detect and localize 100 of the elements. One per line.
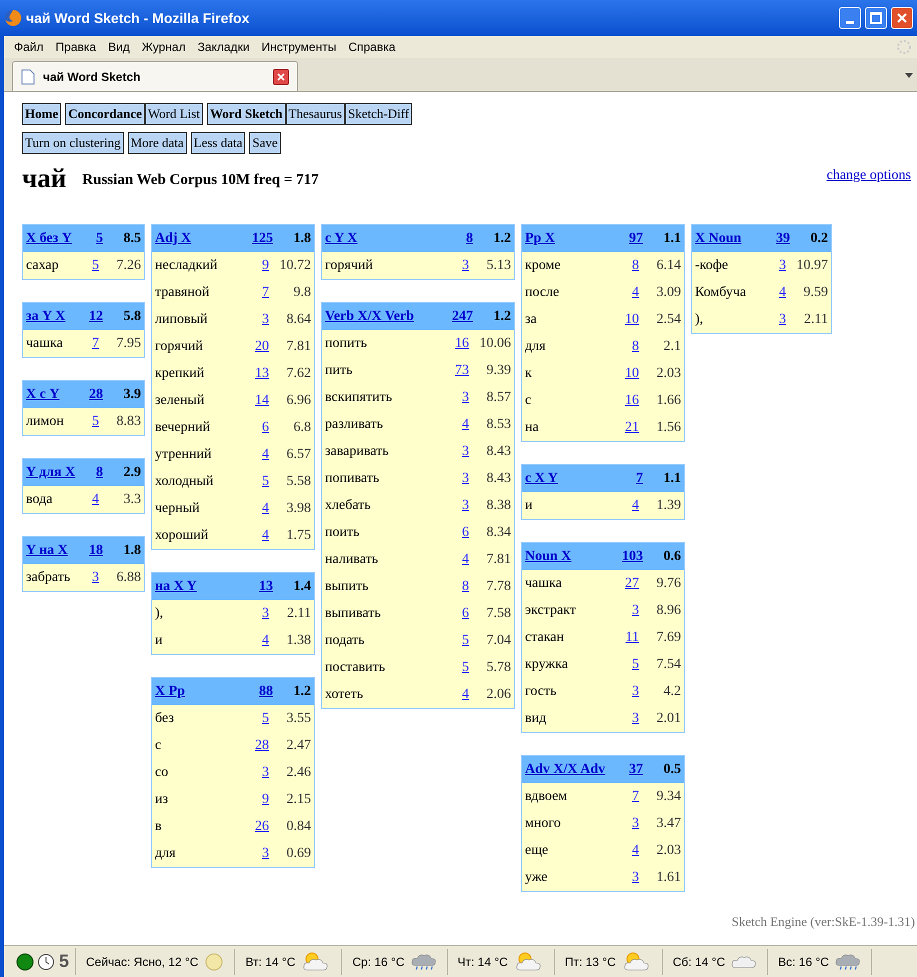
action-button[interactable]: More data [128, 132, 187, 154]
menu-item[interactable]: Закладки [192, 38, 256, 56]
count-link[interactable]: 4 [632, 495, 639, 516]
count-link[interactable]: 4 [462, 684, 469, 705]
count-link[interactable]: 4 [262, 525, 269, 546]
nav-button[interactable]: Concordance [65, 103, 145, 125]
count-link[interactable]: 8 [462, 576, 469, 597]
count-link[interactable]: 5 [92, 255, 99, 276]
count-link[interactable]: 37 [629, 759, 643, 780]
menu-item[interactable]: Журнал [136, 38, 192, 56]
count-link[interactable]: 4 [632, 840, 639, 861]
count-link[interactable]: 7 [632, 786, 639, 807]
relation-link[interactable]: X Noun [695, 228, 768, 249]
minimize-button[interactable] [839, 7, 861, 29]
count-link[interactable]: 5 [92, 411, 99, 432]
count-link[interactable]: 6 [262, 417, 269, 438]
count-link[interactable]: 13 [255, 363, 269, 384]
count-link[interactable]: 28 [89, 384, 103, 405]
count-link[interactable]: 3 [92, 567, 99, 588]
count-link[interactable]: 3 [262, 762, 269, 783]
count-link[interactable]: 4 [262, 630, 269, 651]
count-link[interactable]: 3 [262, 603, 269, 624]
count-link[interactable]: 3 [632, 813, 639, 834]
weather-item[interactable]: Вс: 16 °C [768, 948, 872, 974]
count-link[interactable]: 7 [636, 468, 643, 489]
count-link[interactable]: 103 [622, 546, 643, 567]
count-link[interactable]: 16 [625, 390, 639, 411]
count-link[interactable]: 18 [89, 540, 103, 561]
count-link[interactable]: 88 [259, 681, 273, 702]
count-link[interactable]: 4 [262, 444, 269, 465]
count-link[interactable]: 6 [462, 522, 469, 543]
count-link[interactable]: 4 [92, 489, 99, 510]
count-link[interactable]: 20 [255, 336, 269, 357]
count-link[interactable]: 5 [96, 228, 103, 249]
count-link[interactable]: 8 [466, 228, 473, 249]
count-link[interactable]: 5 [462, 630, 469, 651]
relation-link[interactable]: c X Y [525, 468, 628, 489]
weather-item[interactable]: Чт: 14 °C [448, 948, 555, 974]
nav-button[interactable]: Thesaurus [286, 103, 345, 125]
relation-link[interactable]: Noun X [525, 546, 614, 567]
count-link[interactable]: 4 [262, 498, 269, 519]
count-link[interactable]: 7 [92, 333, 99, 354]
tab-close-button[interactable] [273, 68, 289, 84]
nav-button[interactable]: Home [22, 103, 62, 125]
count-link[interactable]: 16 [455, 333, 469, 354]
count-link[interactable]: 4 [632, 282, 639, 303]
count-link[interactable]: 14 [255, 390, 269, 411]
count-link[interactable]: 5 [262, 708, 269, 729]
count-link[interactable]: 3 [462, 495, 469, 516]
count-link[interactable]: 28 [255, 735, 269, 756]
count-link[interactable]: 21 [625, 417, 639, 438]
relation-link[interactable]: Y для X [26, 462, 88, 483]
count-link[interactable]: 4 [779, 282, 786, 303]
count-link[interactable]: 3 [632, 681, 639, 702]
count-link[interactable]: 9 [262, 789, 269, 810]
action-button[interactable]: Save [249, 132, 281, 154]
count-link[interactable]: 13 [259, 576, 273, 597]
count-link[interactable]: 5 [632, 654, 639, 675]
count-link[interactable]: 3 [462, 255, 469, 276]
count-link[interactable]: 3 [462, 441, 469, 462]
menu-item[interactable]: Справка [342, 38, 402, 56]
relation-link[interactable]: c Y X [325, 228, 458, 249]
nav-button[interactable]: Word List [144, 103, 203, 125]
count-link[interactable]: 11 [626, 627, 639, 648]
menu-item[interactable]: Инструменты [256, 38, 342, 56]
count-link[interactable]: 97 [629, 228, 643, 249]
count-link[interactable]: 3 [262, 843, 269, 864]
count-link[interactable]: 12 [89, 306, 103, 327]
count-link[interactable]: 5 [262, 471, 269, 492]
browser-tab[interactable]: чай Word Sketch [12, 61, 298, 91]
count-link[interactable]: 7 [262, 282, 269, 303]
relation-link[interactable]: X Pp [155, 681, 251, 702]
count-link[interactable]: 247 [452, 306, 473, 327]
relation-link[interactable]: X без Y [26, 228, 88, 249]
action-button[interactable]: Turn on clustering [22, 132, 124, 154]
count-link[interactable]: 3 [779, 255, 786, 276]
action-button[interactable]: Less data [190, 132, 246, 154]
count-link[interactable]: 4 [462, 549, 469, 570]
menu-item[interactable]: Вид [102, 38, 136, 56]
count-link[interactable]: 73 [455, 360, 469, 381]
count-link[interactable]: 3 [632, 867, 639, 888]
relation-link[interactable]: Adj X [155, 228, 244, 249]
relation-link[interactable]: Y на X [26, 540, 81, 561]
count-link[interactable]: 3 [779, 309, 786, 330]
count-link[interactable]: 8 [96, 462, 103, 483]
count-link[interactable]: 10 [625, 363, 639, 384]
relation-link[interactable]: Pp X [525, 228, 621, 249]
weather-item[interactable]: Пт: 13 °C [554, 948, 663, 974]
count-link[interactable]: 6 [462, 603, 469, 624]
count-link[interactable]: 8 [632, 336, 639, 357]
count-link[interactable]: 10 [625, 309, 639, 330]
maximize-button[interactable] [865, 7, 887, 29]
menu-item[interactable]: Правка [50, 38, 102, 56]
weather-item[interactable]: Вт: 14 °C [235, 948, 342, 974]
nav-button[interactable]: Word Sketch [206, 103, 286, 125]
count-link[interactable]: 3 [462, 468, 469, 489]
count-link[interactable]: 3 [462, 387, 469, 408]
count-link[interactable]: 8 [632, 255, 639, 276]
relation-link[interactable]: X с Y [26, 384, 81, 405]
count-link[interactable]: 5 [462, 657, 469, 678]
